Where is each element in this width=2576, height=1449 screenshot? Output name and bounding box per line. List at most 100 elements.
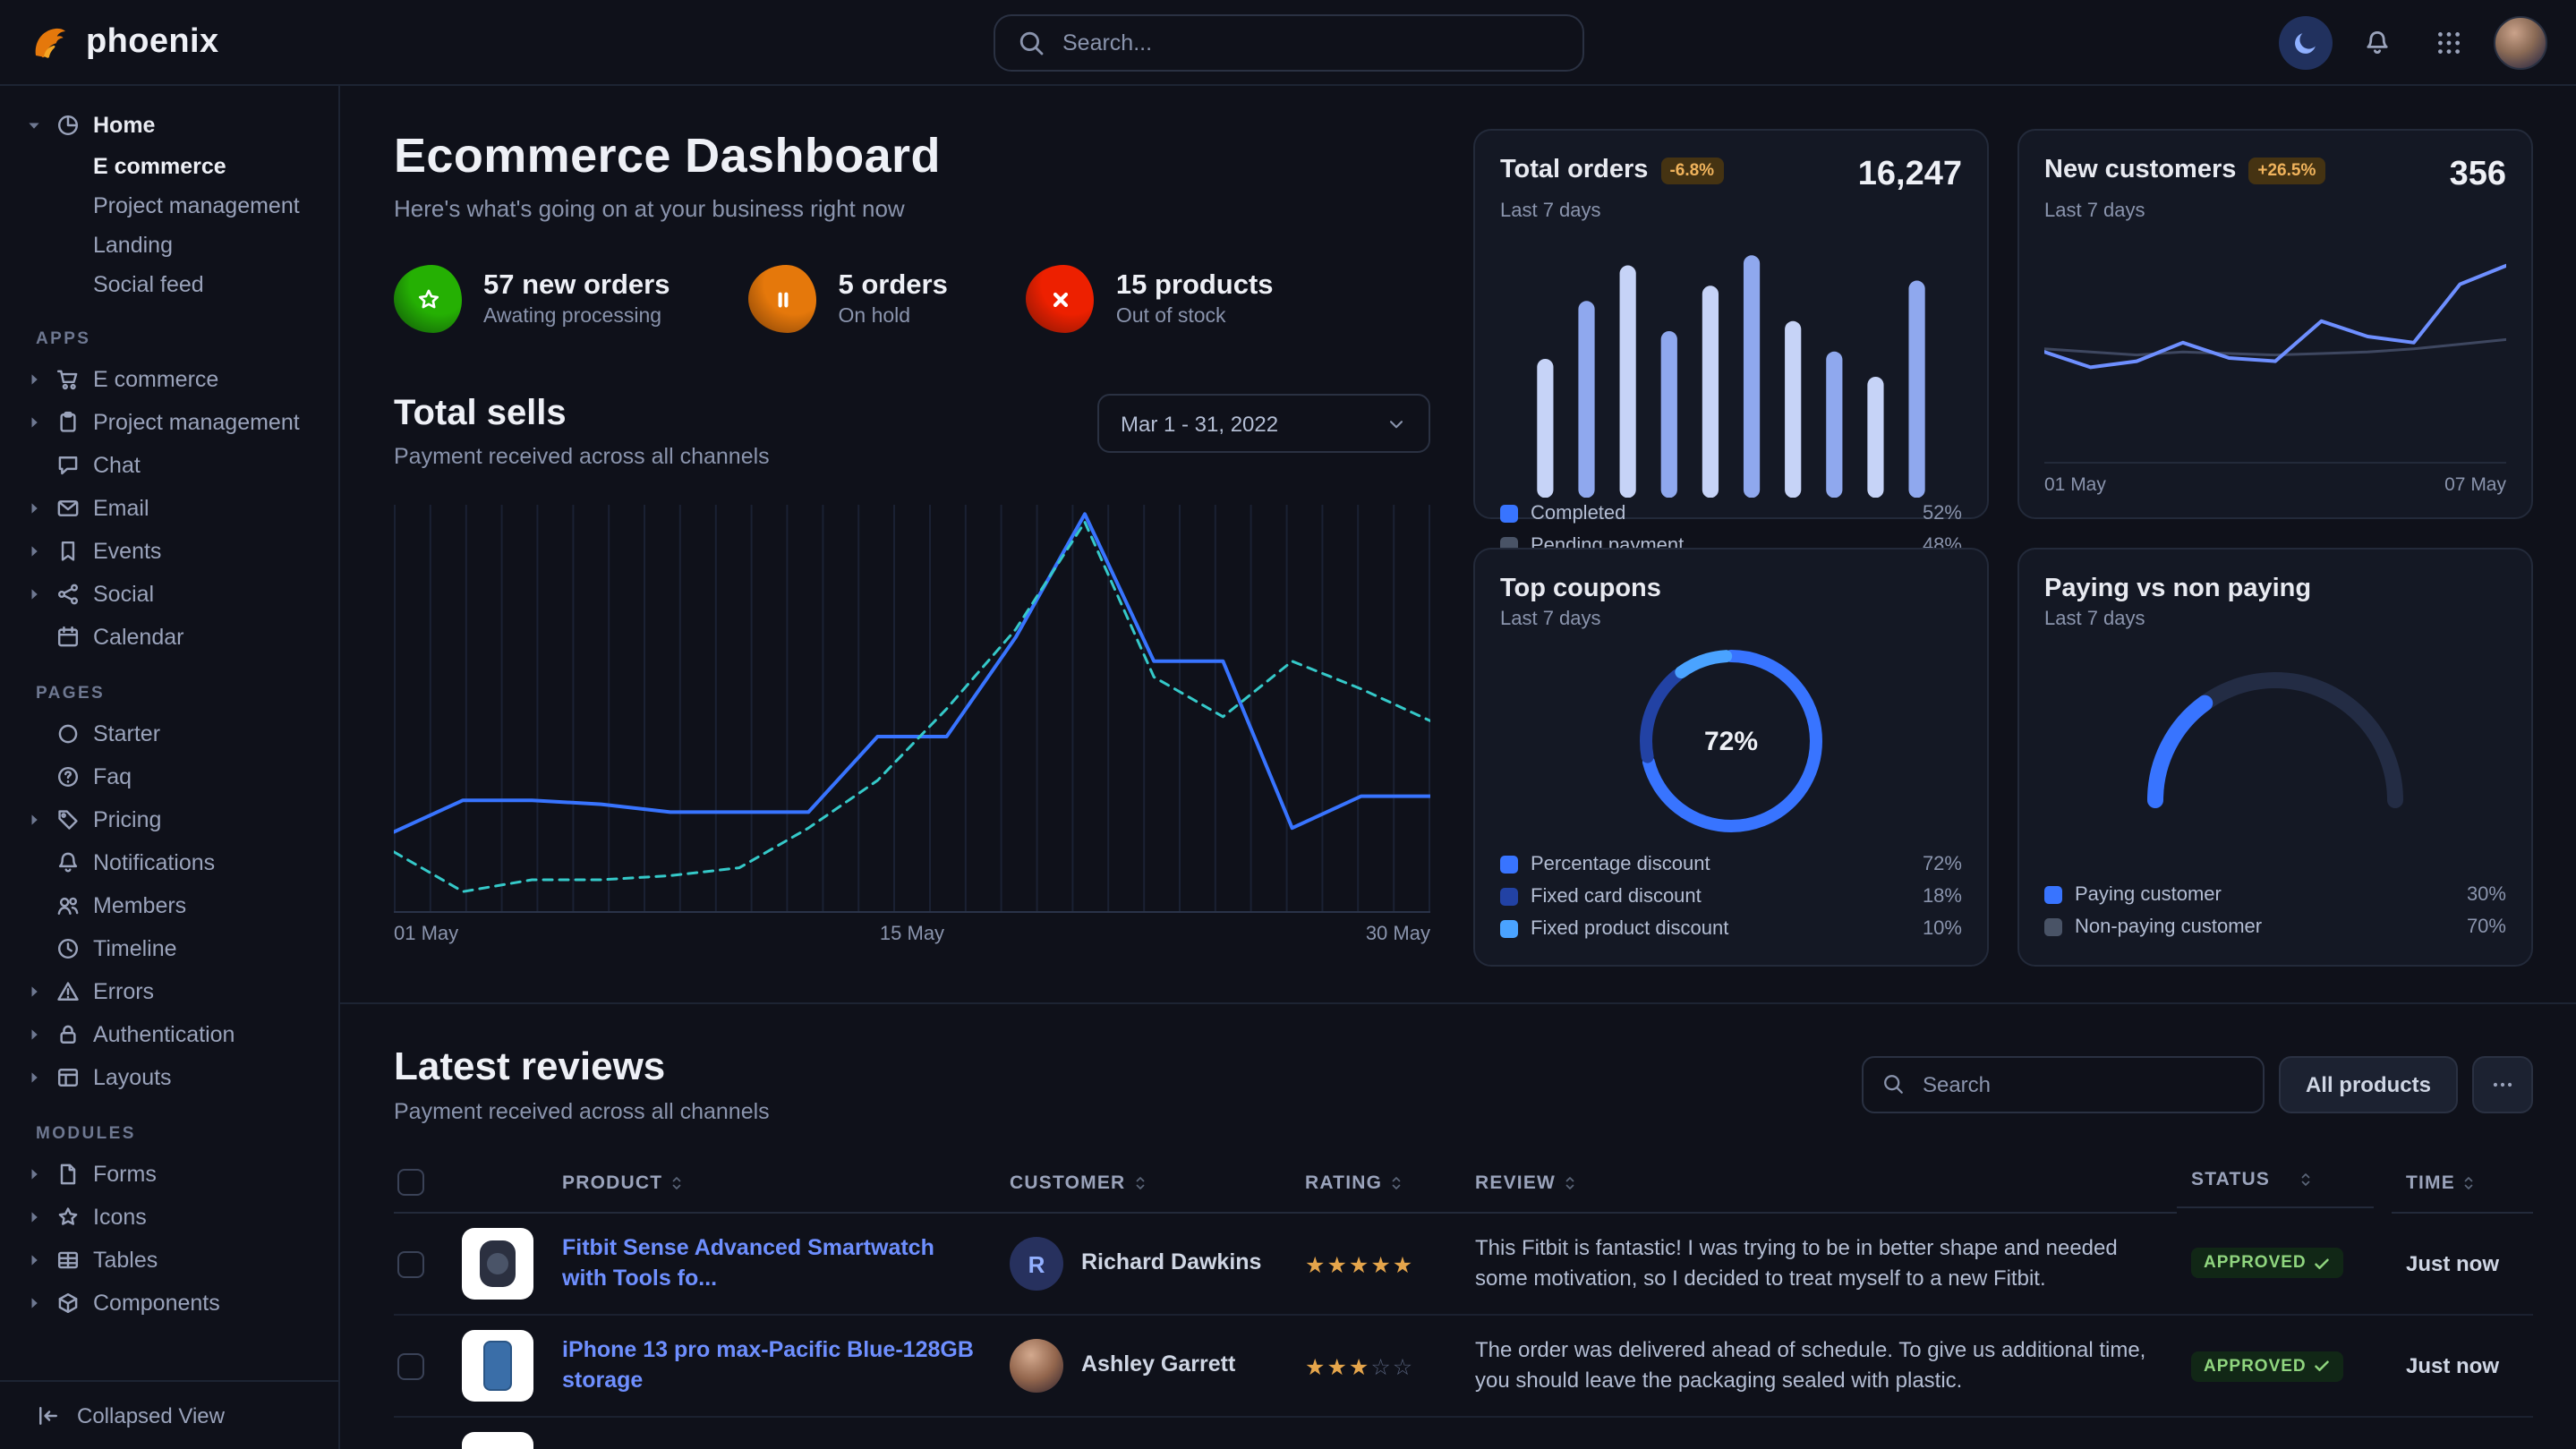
chevron-right-icon xyxy=(25,371,43,388)
user-avatar[interactable] xyxy=(2494,15,2547,69)
row-checkbox[interactable] xyxy=(397,1352,424,1379)
phoenix-logo-icon xyxy=(29,21,72,64)
sidebar-item-timeline[interactable]: Timeline xyxy=(0,927,338,970)
sidebar-item-events[interactable]: Events xyxy=(0,530,338,573)
column-header-product[interactable]: PRODUCT xyxy=(548,1153,995,1213)
sidebar-item-authentication[interactable]: Authentication xyxy=(0,1013,338,1056)
top-coupons-legend: Percentage discount72%Fixed card discoun… xyxy=(1500,848,1962,945)
lock-icon xyxy=(55,1022,81,1047)
theme-toggle-button[interactable] xyxy=(2279,15,2333,69)
mail-icon xyxy=(55,496,81,521)
sidebar-item-notifications[interactable]: Notifications xyxy=(0,841,338,884)
collapse-view-button[interactable]: Collapsed View xyxy=(0,1380,338,1449)
file-icon xyxy=(55,1162,81,1187)
review-text: The order was delivered ahead of schedul… xyxy=(1475,1334,2162,1397)
trend-badge: +26.5% xyxy=(2248,158,2324,184)
sidebar-item-pricing[interactable]: Pricing xyxy=(0,798,338,841)
total-orders-bar-chart xyxy=(1500,240,1962,498)
sidebar-item-forms[interactable]: Forms xyxy=(0,1153,338,1196)
sidebar-item-label: Home xyxy=(93,113,155,138)
chevron-right-icon xyxy=(25,1208,43,1226)
reviews-table: PRODUCTCUSTOMERRATINGREVIEWSTATUS TIME Fi… xyxy=(394,1153,2533,1449)
sidebar-item-components[interactable]: Components xyxy=(0,1282,338,1325)
sidebar-item-chat[interactable]: Chat xyxy=(0,444,338,487)
search-icon xyxy=(1881,1072,1905,1095)
gauge-chart xyxy=(2141,659,2410,809)
legend-item: Percentage discount72% xyxy=(1500,848,1962,881)
column-header-customer[interactable]: CUSTOMER xyxy=(995,1153,1291,1213)
calendar-icon xyxy=(55,625,81,650)
top-navbar: phoenix xyxy=(0,0,2576,86)
global-search xyxy=(993,13,1583,71)
latest-reviews-section: Latest reviews Payment received across a… xyxy=(340,1004,2576,1449)
sidebar-item-calendar[interactable]: Calendar xyxy=(0,616,338,659)
table-header-row: PRODUCTCUSTOMERRATINGREVIEWSTATUS TIME xyxy=(394,1153,2533,1213)
all-products-button[interactable]: All products xyxy=(2279,1055,2458,1112)
reviews-search-input[interactable] xyxy=(1919,1070,2245,1098)
trend-badge: -6.8% xyxy=(1660,158,1723,184)
review-text: This Fitbit is fantastic! I was trying t… xyxy=(1475,1232,2162,1295)
table-body: Fitbit Sense Advanced Smartwatch with To… xyxy=(394,1213,2533,1449)
new-customers-card: New customers +26.5% 356 Last 7 days 01 … xyxy=(2017,129,2533,519)
chat-icon xyxy=(55,453,81,478)
sort-icon xyxy=(1387,1173,1405,1191)
apps-grid-button[interactable] xyxy=(2422,15,2476,69)
product-image xyxy=(462,1228,533,1300)
column-header-status[interactable]: STATUS xyxy=(2177,1153,2374,1208)
sidebar-item-icons[interactable]: Icons xyxy=(0,1196,338,1239)
sidebar-item-layouts[interactable]: Layouts xyxy=(0,1056,338,1099)
column-header-rating[interactable]: RATING xyxy=(1291,1153,1461,1213)
sidebar-item-social[interactable]: Social xyxy=(0,573,338,616)
sidebar-item-e-commerce[interactable]: E commerce xyxy=(0,358,338,401)
sidebar: HomeE commerceProject managementLandingS… xyxy=(0,86,340,1449)
ellipsis-icon xyxy=(2490,1071,2515,1096)
column-header-time[interactable]: TIME xyxy=(2392,1153,2533,1213)
sidebar-item-tables[interactable]: Tables xyxy=(0,1239,338,1282)
sidebar-item-email[interactable]: Email xyxy=(0,487,338,530)
global-search-input[interactable] xyxy=(1059,28,1560,56)
card-period: Last 7 days xyxy=(1500,200,1962,222)
notifications-button[interactable] xyxy=(2350,15,2404,69)
status-badge: APPROVED xyxy=(2191,1249,2344,1279)
total-sells-title: Total sells xyxy=(394,394,770,435)
brand[interactable]: phoenix xyxy=(29,21,340,64)
sort-icon xyxy=(1561,1173,1579,1191)
card-period: Last 7 days xyxy=(2044,200,2506,222)
sidebar-subitem-social-feed[interactable]: Social feed xyxy=(0,265,338,304)
sidebar-item-faq[interactable]: Faq xyxy=(0,755,338,798)
select-all-checkbox[interactable] xyxy=(397,1169,424,1196)
sidebar-subitem-landing[interactable]: Landing xyxy=(0,226,338,265)
sort-icon xyxy=(668,1173,686,1191)
share-icon xyxy=(55,582,81,607)
chevron-right-icon xyxy=(25,1165,43,1183)
sidebar-item-members[interactable]: Members xyxy=(0,884,338,927)
legend-item: Completed52% xyxy=(1500,498,1962,530)
warning-icon xyxy=(55,979,81,1004)
bell-icon xyxy=(2363,28,2392,56)
sidebar-nav: HomeE commerceProject managementLandingS… xyxy=(0,104,338,1325)
sidebar-item-label: Starter xyxy=(93,721,160,746)
sidebar-item-label: E commerce xyxy=(93,367,218,392)
bell-icon xyxy=(55,850,81,875)
sidebar-subitem-e-commerce[interactable]: E commerce xyxy=(0,147,338,186)
sidebar-item-starter[interactable]: Starter xyxy=(0,712,338,755)
column-header-review[interactable]: REVIEW xyxy=(1461,1153,2177,1213)
collapse-icon xyxy=(36,1403,61,1428)
product-link[interactable]: iPhone 13 pro max-Pacific Blue-128GB sto… xyxy=(562,1335,981,1396)
search-icon xyxy=(1016,28,1045,56)
stat-caption: On hold xyxy=(839,306,948,328)
sidebar-item-errors[interactable]: Errors xyxy=(0,970,338,1013)
product-link[interactable]: Fitbit Sense Advanced Smartwatch with To… xyxy=(562,1233,981,1294)
package-icon xyxy=(55,1291,81,1316)
ecommerce-dashboard-app: phoenix HomeE commerceProject management… xyxy=(0,0,2576,1449)
row-checkbox[interactable] xyxy=(397,1250,424,1277)
chevron-down-icon xyxy=(25,116,43,134)
more-options-button[interactable] xyxy=(2472,1055,2533,1112)
help-icon xyxy=(55,764,81,789)
sidebar-item-project-management[interactable]: Project management xyxy=(0,401,338,444)
sidebar-item-home[interactable]: Home xyxy=(0,104,338,147)
sidebar-subitem-project-management[interactable]: Project management xyxy=(0,186,338,226)
date-range-select[interactable]: Mar 1 - 31, 2022 xyxy=(1097,394,1430,453)
legend-item: Fixed card discount18% xyxy=(1500,881,1962,913)
stat-value: 57 new orders xyxy=(483,270,670,303)
